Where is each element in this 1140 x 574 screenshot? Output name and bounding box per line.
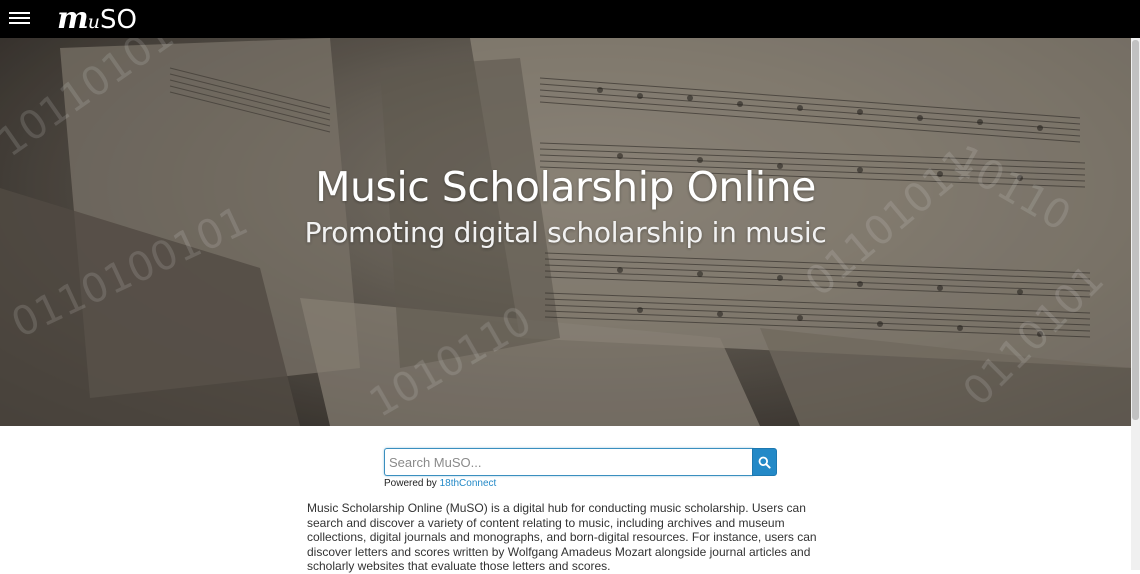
- search-input[interactable]: [384, 448, 753, 476]
- 18thconnect-link[interactable]: 18thConnect: [440, 478, 497, 489]
- muso-logo[interactable]: muSO: [57, 2, 137, 36]
- search-icon: [758, 456, 771, 469]
- search-button[interactable]: [752, 448, 777, 476]
- powered-by-line: Powered by 18thConnect: [384, 478, 496, 489]
- hero-subtitle: Promoting digital scholarship in music: [304, 216, 827, 249]
- page-scrollbar[interactable]: [1131, 38, 1140, 570]
- top-navigation-bar: muSO: [0, 0, 1140, 38]
- hero-title: Music Scholarship Online: [315, 163, 816, 211]
- powered-by-label: Powered by: [384, 478, 437, 489]
- intro-paragraph: Music Scholarship Online (MuSO) is a dig…: [307, 501, 817, 573]
- hero-banner: 10110101 0110100101 1010110 01101011 101…: [0, 38, 1131, 426]
- hamburger-icon[interactable]: [9, 12, 30, 27]
- scrollbar-thumb[interactable]: [1132, 40, 1139, 420]
- search-bar: [384, 448, 777, 476]
